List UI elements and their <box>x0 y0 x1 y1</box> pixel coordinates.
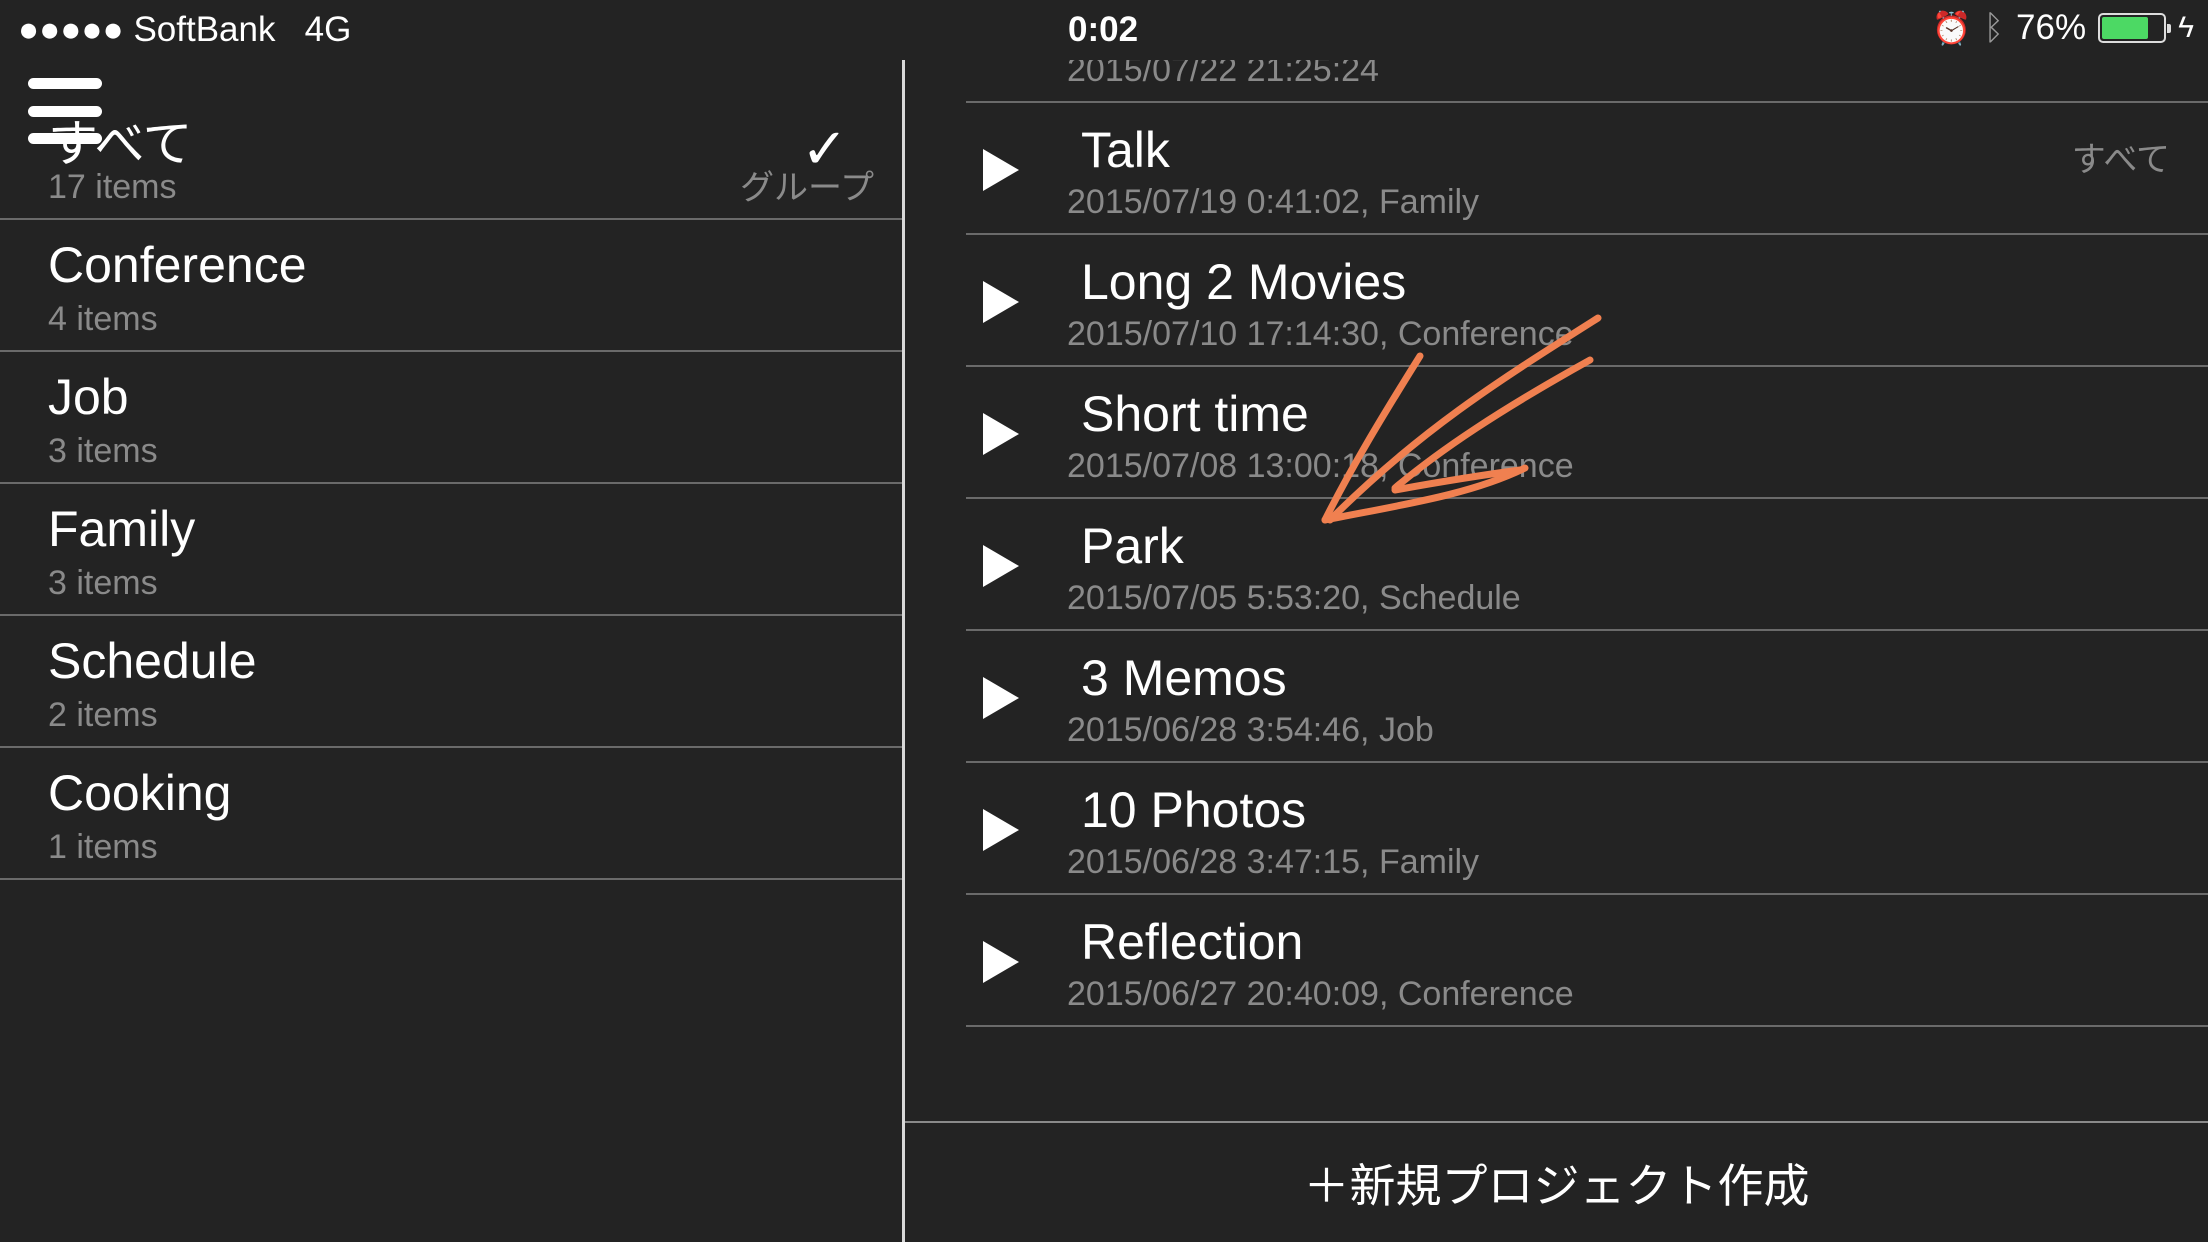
sidebar-item-group[interactable]: Cooking 1 items <box>0 748 904 880</box>
carrier-info: ●●●●● SoftBank 4G <box>18 10 351 50</box>
play-icon[interactable] <box>983 281 1019 323</box>
alarm-icon: ⏰ <box>1931 10 1972 46</box>
signal-dots: ●●●●● <box>18 10 124 49</box>
project-list: すべて 2015/08/27 12:36:36Location trace201… <box>905 60 2208 1122</box>
play-icon[interactable] <box>983 149 1019 191</box>
group-title: Schedule <box>48 633 257 689</box>
new-project-button[interactable]: ＋新規プロジェクト作成 <box>905 1123 2208 1242</box>
project-subtitle: 2015/07/19 0:41:02, Family <box>1067 183 1480 221</box>
group-title: Conference <box>48 237 307 293</box>
play-icon[interactable] <box>983 413 1019 455</box>
project-row[interactable]: Talk 2015/07/19 0:41:02, Family <box>966 103 2208 235</box>
network-type: 4G <box>304 10 352 49</box>
group-count: 3 items <box>48 564 158 602</box>
group-count: 4 items <box>48 300 158 338</box>
project-title: Short time <box>1081 386 1309 442</box>
divider <box>0 218 904 220</box>
checkmark-icon: ✓ <box>801 117 848 180</box>
battery-icon <box>2098 13 2172 43</box>
battery-percent: 76% <box>2016 8 2087 47</box>
group-count: 2 items <box>48 696 158 734</box>
project-title: Park <box>1081 518 1184 574</box>
group-title: Cooking <box>48 765 232 821</box>
sidebar-item-group[interactable]: Family 3 items <box>0 484 904 616</box>
project-title: 3 Memos <box>1081 650 1287 706</box>
group-title: Family <box>48 501 196 557</box>
status-bar: ●●●●● SoftBank 4G 0:02 ⏰ ᛒ 76% ϟ <box>0 0 2208 60</box>
project-row[interactable]: Reflection 2015/06/27 20:40:09, Conferenc… <box>966 895 2208 1027</box>
project-subtitle: 2015/06/27 20:40:09, Conference <box>1067 975 1574 1013</box>
project-subtitle: 2015/07/10 17:14:30, Conference <box>1067 315 1574 353</box>
project-subtitle: 2015/06/28 3:54:46, Job <box>1067 711 1434 749</box>
project-row[interactable]: Short time 2015/07/08 13:00:18, Conferenc… <box>966 367 2208 499</box>
project-title: Talk <box>1081 122 1170 178</box>
project-row[interactable]: Park 2015/07/05 5:53:20, Schedule <box>966 499 2208 631</box>
project-row[interactable]: Long 2 Movies 2015/07/10 17:14:30, Confer… <box>966 235 2208 367</box>
project-title: Long 2 Movies <box>1081 254 1407 310</box>
charging-icon: ϟ <box>2178 11 2194 44</box>
play-icon[interactable] <box>983 809 1019 851</box>
play-icon[interactable] <box>983 545 1019 587</box>
sidebar-item-group[interactable]: Job 3 items <box>0 352 904 484</box>
bluetooth-icon: ᛒ <box>1983 8 2005 47</box>
project-subtitle: 2015/07/05 5:53:20, Schedule <box>1067 579 1521 617</box>
group-count: 17 items <box>48 168 177 206</box>
filter-label: すべて <box>2071 141 2170 179</box>
group-count: 3 items <box>48 432 158 470</box>
play-icon[interactable] <box>983 941 1019 983</box>
carrier-name: SoftBank <box>133 10 276 49</box>
group-sidebar: グループ すべて 17 items ✓ Conference 4 items Job 3 i… <box>0 60 904 1242</box>
sidebar-item-group[interactable]: Schedule 2 items <box>0 616 904 748</box>
project-title: 10 Photos <box>1081 782 1307 838</box>
project-row[interactable]: 3 Memos 2015/06/28 3:54:46, Job <box>966 631 2208 763</box>
project-subtitle: 2015/07/08 13:00:18, Conference <box>1067 447 1574 485</box>
project-row[interactable]: Location trace2015/07/22 21:25:24 <box>966 60 2208 103</box>
group-title: Job <box>48 369 129 425</box>
project-subtitle: 2015/07/22 21:25:24 <box>1067 60 1379 89</box>
project-subtitle: 2015/06/28 3:47:15, Family <box>1067 843 1480 881</box>
group-count: 1 items <box>48 828 158 866</box>
play-icon[interactable] <box>983 677 1019 719</box>
group-title: すべて <box>48 116 193 172</box>
sidebar-item-group[interactable]: すべて 17 items ✓ <box>0 88 904 220</box>
project-row[interactable]: 10 Photos 2015/06/28 3:47:15, Family <box>966 763 2208 895</box>
clock: 0:02 <box>1068 10 1139 49</box>
project-title: Reflection <box>1081 914 1304 970</box>
sidebar-item-group[interactable]: Conference 4 items <box>0 220 904 352</box>
